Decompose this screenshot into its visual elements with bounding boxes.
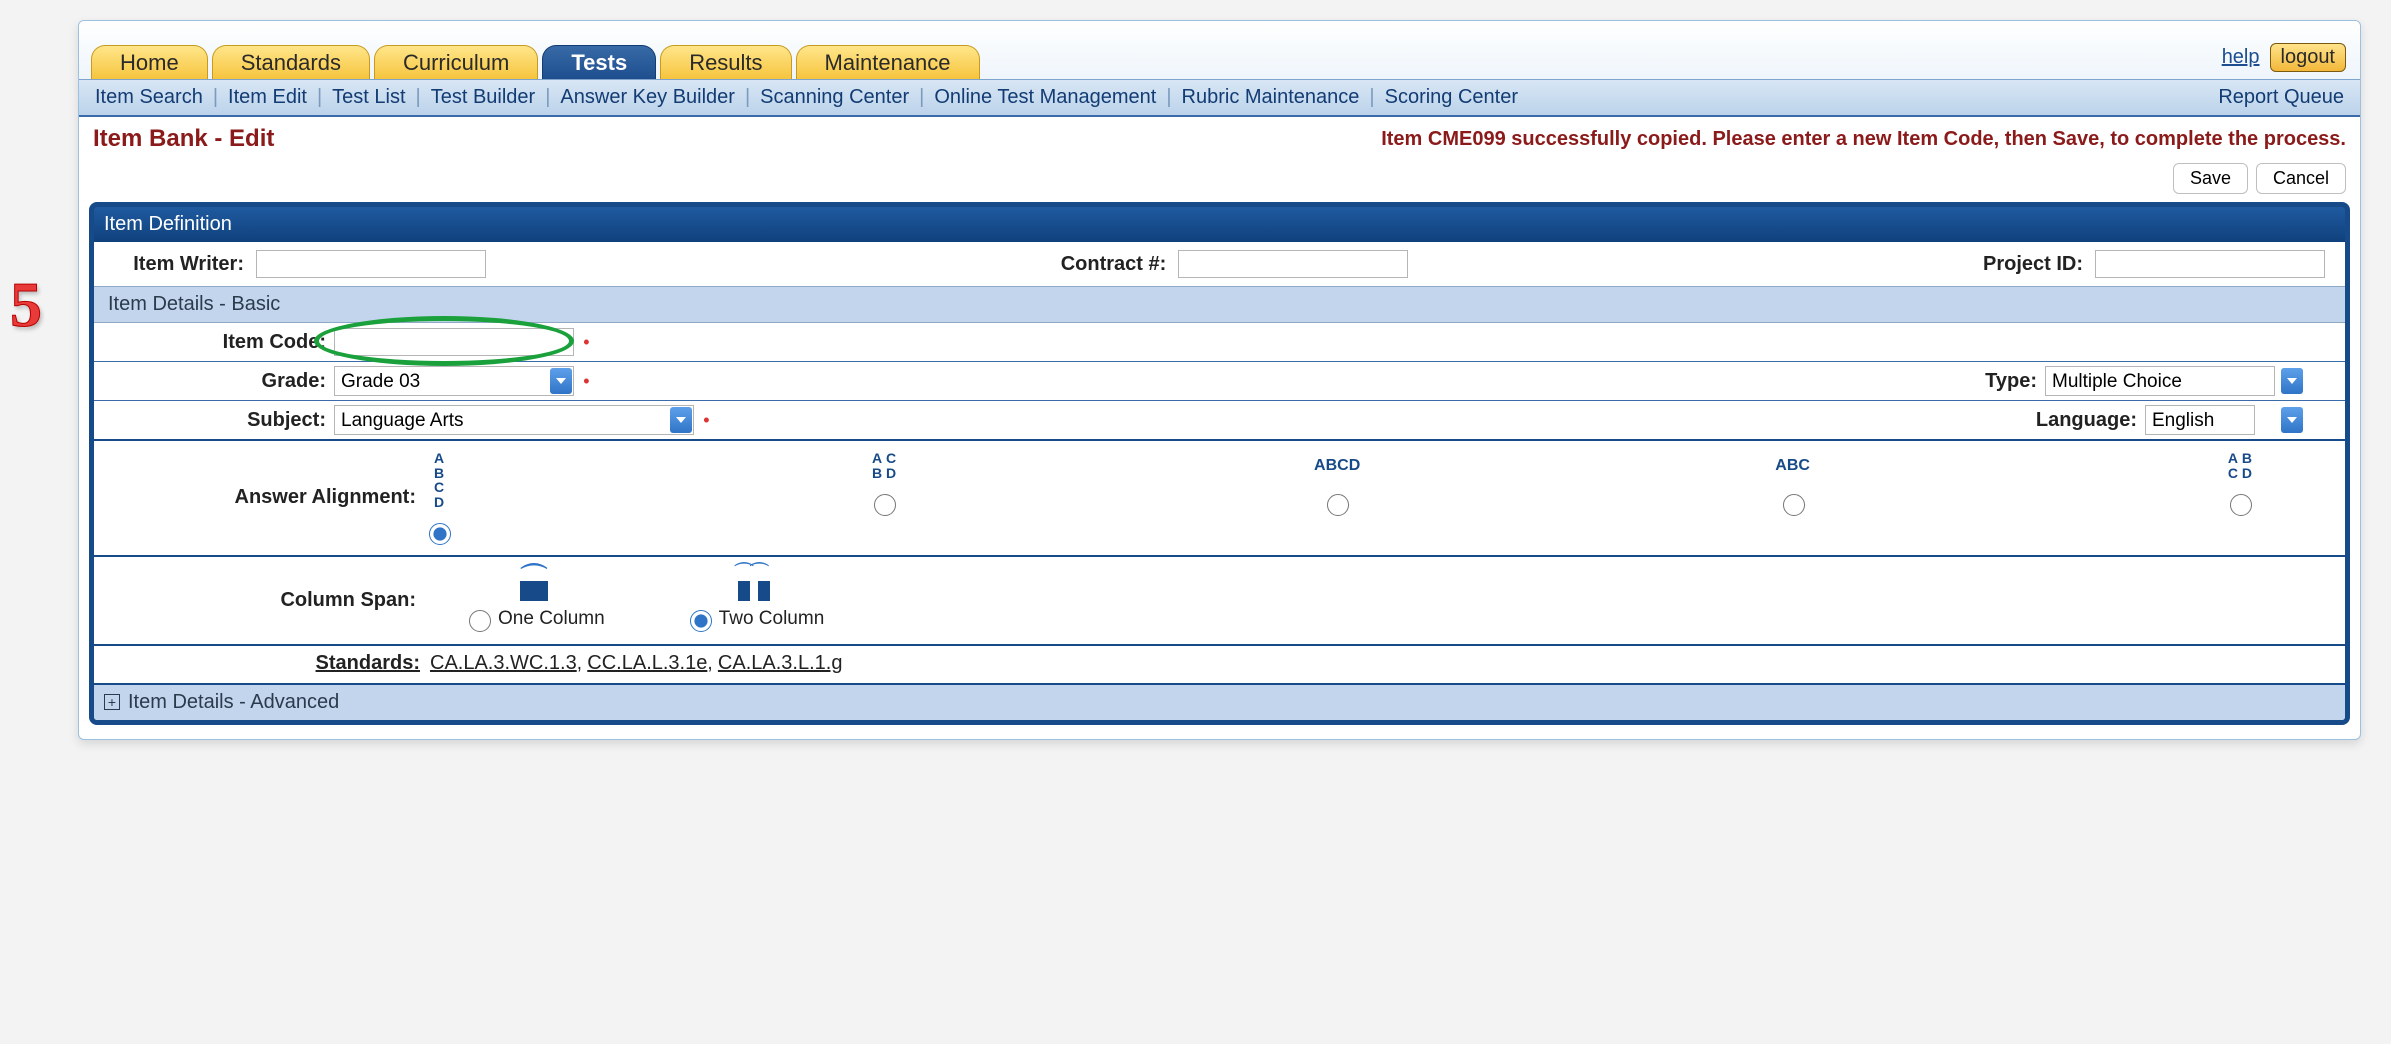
align-row-abcd-icon: ABCD — [1314, 451, 1360, 481]
advanced-section-bar[interactable]: + Item Details - Advanced — [94, 683, 2345, 720]
expand-icon[interactable]: + — [104, 694, 120, 710]
answer-alignment-label: Answer Alignment: — [94, 486, 424, 509]
tab-home[interactable]: Home — [91, 45, 208, 79]
align-option-1[interactable] — [429, 523, 451, 545]
help-link[interactable]: help — [2222, 46, 2260, 69]
grade-label: Grade: — [94, 370, 334, 393]
main-tab-row: Home Standards Curriculum Tests Results … — [79, 21, 2360, 79]
item-writer-input[interactable] — [256, 250, 486, 278]
two-column-text: Two Column — [719, 608, 825, 630]
grade-select[interactable]: Grade 03 — [334, 366, 574, 396]
required-indicator — [579, 371, 589, 392]
submenu-rubric[interactable]: Rubric Maintenance — [1176, 84, 1366, 111]
tab-tests[interactable]: Tests — [542, 45, 656, 79]
page-title: Item Bank - Edit — [93, 125, 274, 153]
project-id-label: Project ID: — [1983, 253, 2083, 276]
project-id-input[interactable] — [2095, 250, 2325, 278]
type-select[interactable]: Multiple Choice — [2045, 366, 2275, 396]
column-span-label: Column Span: — [94, 589, 424, 612]
submenu-test-list[interactable]: Test List — [326, 84, 411, 111]
tab-maintenance[interactable]: Maintenance — [796, 45, 980, 79]
tab-label: Curriculum — [403, 50, 509, 76]
tab-standards[interactable]: Standards — [212, 45, 370, 79]
submenu-answer-key[interactable]: Answer Key Builder — [554, 84, 741, 111]
align-vertical-icon: ABCD — [434, 451, 444, 510]
subject-label: Subject: — [94, 409, 334, 432]
submenu-report-queue[interactable]: Report Queue — [2212, 84, 2350, 111]
submenu-test-builder[interactable]: Test Builder — [425, 84, 542, 111]
tab-curriculum[interactable]: Curriculum — [374, 45, 538, 79]
item-code-input[interactable] — [334, 328, 574, 356]
align-option-3[interactable] — [1327, 494, 1349, 516]
align-option-4[interactable] — [1783, 494, 1805, 516]
align-row-abc-icon: ABC — [1775, 451, 1810, 481]
standards-links: CA.LA.3.WC.1.3, CC.LA.L.3.1e, CA.LA.3.L.… — [430, 652, 842, 675]
tab-results[interactable]: Results — [660, 45, 791, 79]
submenu-scoring[interactable]: Scoring Center — [1379, 84, 1524, 111]
two-column-icon — [734, 569, 774, 601]
tab-label: Standards — [241, 50, 341, 76]
item-code-label: Item Code: — [94, 331, 334, 354]
app-window: Home Standards Curriculum Tests Results … — [78, 20, 2361, 740]
panel-title: Item Definition — [94, 207, 2345, 242]
two-column-radio[interactable] — [690, 610, 712, 632]
align-option-5[interactable] — [2230, 494, 2252, 516]
contract-label: Contract #: — [1061, 253, 1167, 276]
language-label: Language: — [1995, 409, 2145, 432]
advanced-section-title: Item Details - Advanced — [128, 691, 339, 714]
one-column-icon — [514, 569, 554, 601]
tab-label: Results — [689, 50, 762, 76]
required-indicator — [579, 332, 589, 353]
standard-link-2[interactable]: CC.LA.L.3.1e — [587, 652, 707, 674]
subject-select[interactable]: Language Arts — [334, 405, 694, 435]
align-grid2-icon: A BC D — [2228, 451, 2252, 481]
cancel-button[interactable]: Cancel — [2256, 163, 2346, 194]
language-select[interactable]: English — [2145, 405, 2255, 435]
standard-link-1[interactable]: CA.LA.3.WC.1.3 — [430, 652, 577, 674]
status-message: Item CME099 successfully copied. Please … — [1381, 128, 2346, 151]
item-writer-label: Item Writer: — [114, 253, 244, 276]
submenu-bar: Item Search| Item Edit| Test List| Test … — [79, 79, 2360, 117]
contract-input[interactable] — [1178, 250, 1408, 278]
standards-label[interactable]: Standards: — [94, 652, 424, 675]
step-number-badge: 5 — [10, 268, 42, 342]
basic-section-title: Item Details - Basic — [94, 286, 2345, 323]
submenu-item-search[interactable]: Item Search — [89, 84, 209, 111]
item-definition-panel: Item Definition Item Writer: Contract #:… — [89, 202, 2350, 725]
save-button[interactable]: Save — [2173, 163, 2248, 194]
submenu-item-edit[interactable]: Item Edit — [222, 84, 313, 111]
align-option-2[interactable] — [874, 494, 896, 516]
type-label: Type: — [1915, 370, 2045, 393]
align-grid-icon: A CB D — [872, 451, 896, 481]
logout-button[interactable]: logout — [2270, 43, 2347, 72]
submenu-online-test[interactable]: Online Test Management — [928, 84, 1162, 111]
tab-label: Maintenance — [825, 50, 951, 76]
tab-label: Home — [120, 50, 179, 76]
required-indicator — [699, 410, 709, 431]
standard-link-3[interactable]: CA.LA.3.L.1.g — [718, 652, 843, 674]
one-column-text: One Column — [498, 608, 605, 630]
one-column-radio[interactable] — [469, 610, 491, 632]
submenu-scanning[interactable]: Scanning Center — [754, 84, 915, 111]
tab-label: Tests — [571, 50, 627, 76]
